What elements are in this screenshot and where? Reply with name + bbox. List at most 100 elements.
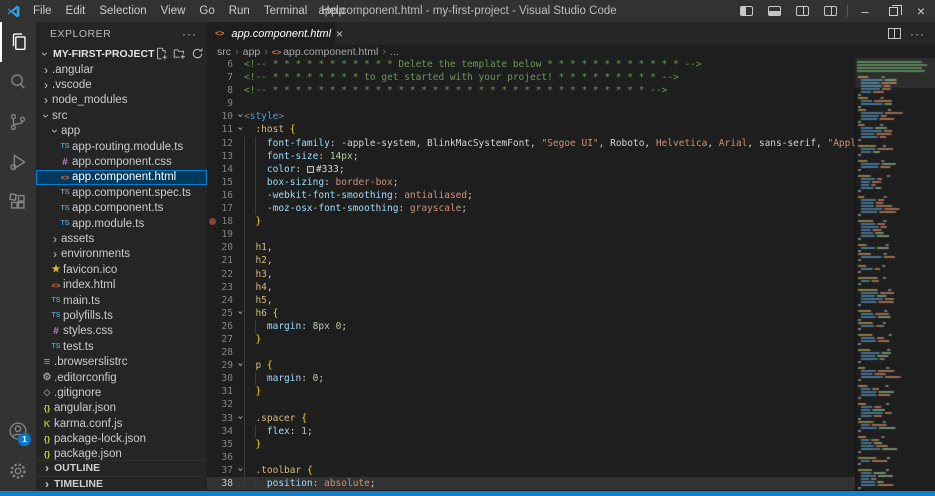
code-line-28[interactable]: 28 <box>207 346 855 360</box>
tree-file--gitignore[interactable]: ◇ .gitignore <box>36 385 207 400</box>
code-line-32[interactable]: 32 <box>207 398 855 412</box>
code-line-15[interactable]: 15 box-sizing: border-box; <box>207 175 855 189</box>
section-outline[interactable]: › OUTLINE <box>36 460 207 476</box>
code-line-6[interactable]: 6 <!-- * * * * * * * * * * * Delete the t… <box>207 58 855 71</box>
minimap[interactable] <box>855 58 935 491</box>
minimize-button[interactable]: – <box>851 0 879 22</box>
tree-file-karma-conf-js[interactable]: Kkarma.conf.js <box>36 416 207 431</box>
code-line-7[interactable]: 7 <!-- * * * * * * * * to get started wit… <box>207 71 855 84</box>
tree-folder-app[interactable]: › app <box>36 124 207 139</box>
code-line-29[interactable]: 29 › p { <box>207 359 855 373</box>
menu-help[interactable]: Help <box>314 0 352 22</box>
toggle-secondary-sidebar-icon[interactable] <box>788 0 816 22</box>
explorer-more-actions-icon[interactable]: ··· <box>182 27 197 41</box>
tree-folder-assets[interactable]: › assets <box>36 231 207 246</box>
breadcrumb-item[interactable]: ... <box>390 46 399 58</box>
code-line-20[interactable]: 20 h1, <box>207 241 855 255</box>
activitybar-source-control-icon[interactable] <box>0 102 36 142</box>
menu-selection[interactable]: Selection <box>92 0 153 22</box>
tab-app-component-html[interactable]: <> app.component.html × <box>207 22 343 45</box>
code-line-37[interactable]: 37 › .toolbar { <box>207 463 855 477</box>
tree-folder-node-modules[interactable]: › node_modules <box>36 93 207 108</box>
activitybar-run-debug-icon[interactable] <box>0 142 36 182</box>
code-line-35[interactable]: 35 } <box>207 437 855 451</box>
tree-file-favicon-ico[interactable]: ★ favicon.ico <box>36 262 207 277</box>
code-line-30[interactable]: 30 margin: 0; <box>207 372 855 386</box>
tree-file-app-module-ts[interactable]: TS app.module.ts <box>36 216 207 231</box>
tree-file-app-component-spec-ts[interactable]: TS app.component.spec.ts <box>36 185 207 200</box>
menu-view[interactable]: View <box>154 0 193 22</box>
toggle-sidebar-icon[interactable] <box>732 0 760 22</box>
code-line-22[interactable]: 22 h3, <box>207 267 855 281</box>
code-editor[interactable]: 6 <!-- * * * * * * * * * * * Delete the t… <box>207 58 855 491</box>
refresh-icon[interactable] <box>191 47 204 60</box>
activitybar-search-icon[interactable] <box>0 62 36 102</box>
code-line-19[interactable]: 19 <box>207 228 855 242</box>
menu-edit[interactable]: Edit <box>59 0 93 22</box>
breadcrumb-item[interactable]: app <box>243 46 261 58</box>
menu-terminal[interactable]: Terminal <box>257 0 314 22</box>
tab-close-icon[interactable]: × <box>336 27 343 41</box>
code-line-18[interactable]: 18 } <box>207 215 855 229</box>
tree-file-package-json[interactable]: {} package.json <box>36 447 207 460</box>
code-line-11[interactable]: 11 › :host { <box>207 123 855 136</box>
code-line-36[interactable]: 36 <box>207 450 855 464</box>
tree-file-package-lock-json[interactable]: {} package-lock.json <box>36 431 207 446</box>
project-section-header[interactable]: › MY-FIRST-PROJECT <box>36 45 207 62</box>
section-timeline[interactable]: › TIMELINE <box>36 475 207 492</box>
tree-file-main-ts[interactable]: TS main.ts <box>36 293 207 308</box>
menu-run[interactable]: Run <box>222 0 257 22</box>
code-line-38[interactable]: 38 position: absolute; <box>207 477 855 491</box>
code-line-23[interactable]: 23 h4, <box>207 280 855 294</box>
activitybar-extensions-icon[interactable] <box>0 182 36 222</box>
tree-file--browserslistrc[interactable]: ≡ .browserslistrc <box>36 354 207 369</box>
breadcrumb-item[interactable]: <> app.component.html <box>272 46 379 58</box>
code-line-21[interactable]: 21 h2, <box>207 254 855 268</box>
breadcrumb-item[interactable]: src <box>217 46 231 58</box>
ts-file-icon: TS <box>60 143 70 151</box>
tree-file-app-component-ts[interactable]: TS app.component.ts <box>36 201 207 216</box>
code-line-25[interactable]: 25 › h6 { <box>207 306 855 320</box>
tree-file-polyfills-ts[interactable]: TS polyfills.ts <box>36 308 207 323</box>
code-line-13[interactable]: 13 font-size: 14px; <box>207 149 855 163</box>
toggle-panel-icon[interactable] <box>760 0 788 22</box>
code-line-16[interactable]: 16 -webkit-font-smoothing: antialiased; <box>207 188 855 203</box>
code-line-34[interactable]: 34 flex: 1; <box>207 424 855 438</box>
code-line-8[interactable]: 8 <!-- * * * * * * * * * * * * * * * * * … <box>207 84 855 97</box>
tree-file-test-ts[interactable]: TS test.ts <box>36 339 207 354</box>
code-line-12[interactable]: 12 font-family: -apple-system, BlinkMacS… <box>207 136 855 150</box>
tree-file-index-html[interactable]: <> index.html <box>36 277 207 292</box>
code-line-14[interactable]: 14 color: #333; <box>207 162 855 176</box>
editor-more-actions-icon[interactable]: ··· <box>910 27 925 41</box>
tree-file-app-component-html[interactable]: <> app.component.html <box>36 169 207 186</box>
tree-file-app-component-css[interactable]: # app.component.css <box>36 154 207 169</box>
code-line-24[interactable]: 24 h5, <box>207 293 855 307</box>
menu-file[interactable]: File <box>26 0 59 22</box>
code-line-26[interactable]: 26 margin: 8px 0; <box>207 319 855 333</box>
new-file-icon[interactable] <box>155 47 168 60</box>
customize-layout-icon[interactable] <box>816 0 844 22</box>
tree-file-app-routing-module-ts[interactable]: TS app-routing.module.ts <box>36 139 207 154</box>
split-editor-icon[interactable] <box>888 28 901 39</box>
activitybar-accounts-icon[interactable]: 1 <box>0 411 36 451</box>
tree-file--editorconfig[interactable]: ⚙ .editorconfig <box>36 370 207 385</box>
activitybar-settings-icon[interactable] <box>0 451 36 491</box>
tree-folder--angular[interactable]: › .angular <box>36 62 207 77</box>
new-folder-icon[interactable] <box>173 47 186 60</box>
tree-folder--vscode[interactable]: › .vscode <box>36 77 207 92</box>
tree-folder-environments[interactable]: › environments <box>36 247 207 262</box>
code-line-31[interactable]: 31 } <box>207 385 855 399</box>
code-line-10[interactable]: 10 › <style> <box>207 110 855 123</box>
code-line-33[interactable]: 33 › .spacer { <box>207 411 855 425</box>
restore-button[interactable] <box>879 0 907 22</box>
tree-file-angular-json[interactable]: {} angular.json <box>36 401 207 416</box>
code-line-17[interactable]: 17 -moz-osx-font-smoothing: grayscale; <box>207 202 855 216</box>
code-line-27[interactable]: 27 } <box>207 332 855 347</box>
code-line-9[interactable]: 9 <box>207 97 855 110</box>
menu-go[interactable]: Go <box>192 0 221 22</box>
color-swatch[interactable] <box>306 165 314 173</box>
close-button[interactable]: × <box>907 0 935 22</box>
tree-file-styles-css[interactable]: # styles.css <box>36 324 207 339</box>
activitybar-explorer-icon[interactable] <box>0 22 36 62</box>
tree-folder-src[interactable]: › src <box>36 108 207 123</box>
